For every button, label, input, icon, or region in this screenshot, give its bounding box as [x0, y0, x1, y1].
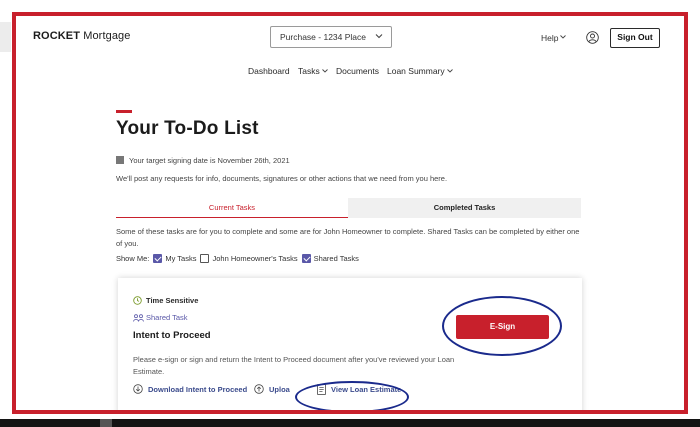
show-me-label: Show Me: — [116, 254, 150, 263]
tasks-description: Some of these tasks are for you to compl… — [116, 227, 580, 248]
download-intent-link[interactable]: Download Intent to Proceed — [133, 384, 247, 394]
help-label: Help — [541, 33, 559, 43]
highlight-frame: ROCKET Mortgage Purchase - 1234 Place He… — [12, 12, 688, 414]
rocket-mortgage-logo[interactable]: ROCKET Mortgage — [33, 30, 130, 42]
clock-icon — [133, 296, 142, 305]
title-accent-bar — [116, 110, 132, 113]
calendar-icon — [116, 156, 124, 164]
nav-loan-summary[interactable]: Loan Summary — [387, 66, 454, 76]
homeowner-tasks-label: John Homeowner's Tasks — [212, 254, 298, 263]
task-title: Intent to Proceed — [133, 330, 211, 341]
annotation-circle-view-estimate — [295, 381, 409, 410]
shared-task-label: Shared Task — [133, 313, 188, 322]
top-header: ROCKET Mortgage Purchase - 1234 Place He… — [16, 16, 684, 56]
task-tabs: Current Tasks Completed Tasks — [116, 198, 581, 218]
nav-tasks[interactable]: Tasks — [298, 66, 329, 76]
upload-link[interactable]: Uploa — [254, 384, 290, 394]
tab-completed-tasks[interactable]: Completed Tasks — [348, 198, 581, 218]
shared-tasks-label: Shared Tasks — [313, 254, 359, 263]
homeowner-tasks-checkbox[interactable] — [200, 254, 210, 263]
page-title: Your To-Do List — [116, 118, 259, 139]
task-description: Please e-sign or sign and return the Int… — [133, 355, 455, 376]
nav-dashboard[interactable]: Dashboard — [248, 66, 290, 76]
help-menu[interactable]: Help — [541, 33, 567, 43]
signing-date-text: Your target signing date is November 26t… — [116, 156, 290, 165]
taskbar-gap — [100, 419, 112, 427]
my-tasks-checkbox[interactable] — [153, 254, 163, 263]
chevron-down-icon — [446, 69, 453, 73]
screenshot-stage: ROCKET Mortgage Purchase - 1234 Place He… — [0, 0, 700, 427]
download-icon — [133, 384, 143, 394]
shared-tasks-checkbox[interactable] — [301, 254, 311, 263]
property-select-value: Purchase - 1234 Place — [280, 32, 366, 42]
main-nav: Dashboard Tasks Documents Loan Summary — [16, 66, 684, 80]
upload-icon — [254, 384, 264, 394]
post-note-text: We'll post any requests for info, docume… — [116, 174, 448, 183]
time-sensitive-badge: Time Sensitive — [133, 296, 198, 305]
bottom-taskbar-strip — [0, 419, 700, 427]
background-window-sliver — [0, 22, 11, 52]
tab-current-tasks[interactable]: Current Tasks — [116, 198, 348, 218]
chevron-down-icon — [375, 34, 383, 39]
chevron-down-icon — [560, 35, 567, 39]
my-tasks-label: My Tasks — [165, 254, 197, 263]
user-account-icon[interactable] — [586, 31, 599, 44]
chevron-down-icon — [321, 69, 328, 73]
sign-out-button[interactable]: Sign Out — [610, 28, 660, 48]
nav-documents[interactable]: Documents — [336, 66, 379, 76]
task-card: Time Sensitive Shared Task Intent to Pro… — [118, 278, 582, 410]
property-select[interactable]: Purchase - 1234 Place — [270, 26, 392, 48]
annotation-circle-esign — [442, 296, 562, 356]
show-me-filters: Show Me: My Tasks John Homeowner's Tasks… — [116, 254, 359, 263]
people-icon — [133, 313, 144, 322]
